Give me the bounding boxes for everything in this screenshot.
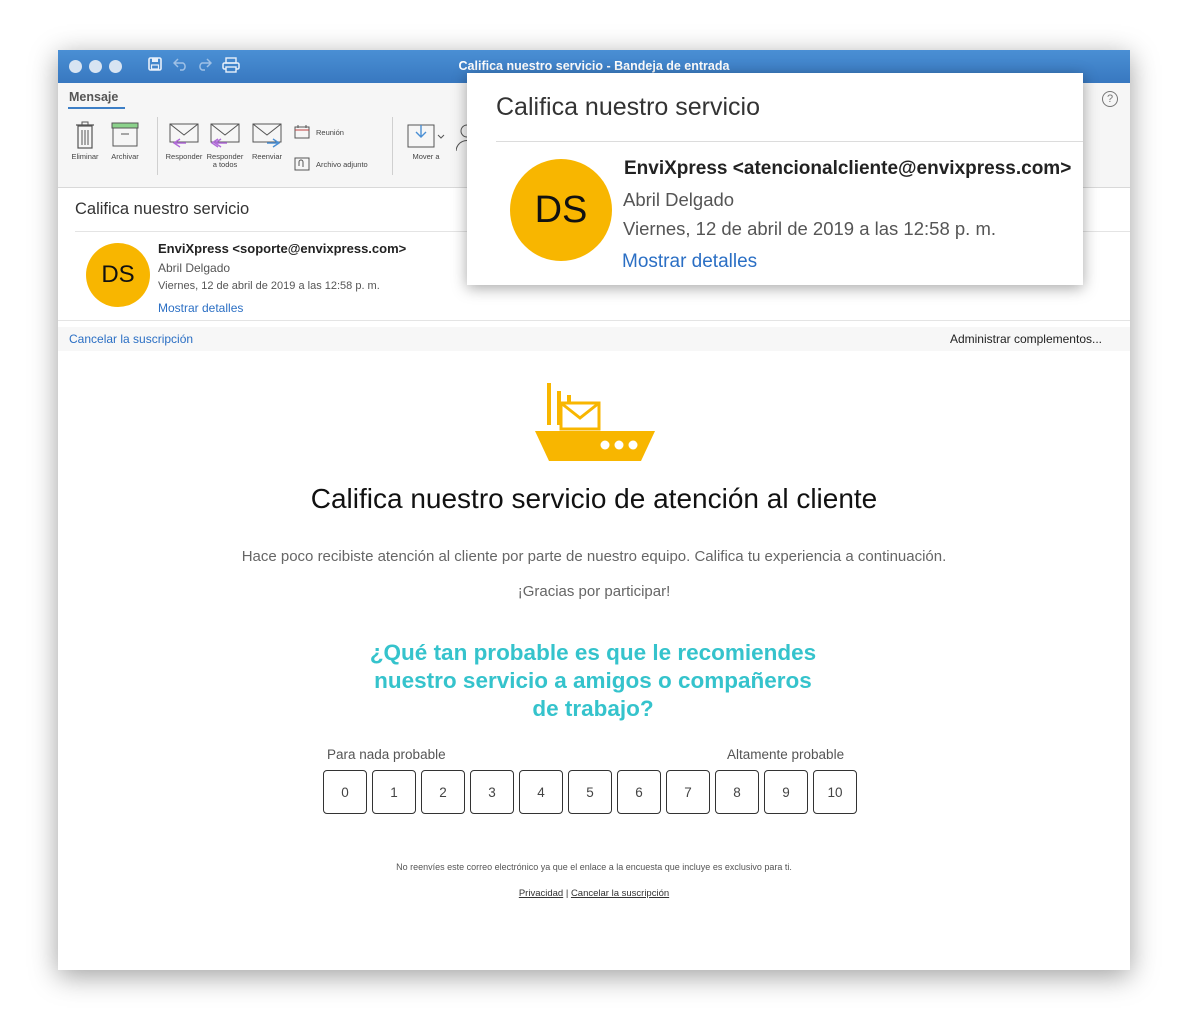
zoom-recipient-name: Abril Delgado [623, 189, 735, 210]
score-button-3[interactable]: 3 [470, 770, 514, 814]
avatar: DS [86, 243, 150, 307]
zoom-subject: Califica nuestro servicio [496, 93, 760, 121]
reply-all-label-2: a todos [212, 160, 238, 169]
calendar-icon [294, 125, 310, 139]
help-icon[interactable]: ? [1102, 91, 1118, 107]
sender-address: EnviXpress <soporte@envixpress.com> [158, 241, 407, 256]
ribbon-separator [392, 117, 393, 175]
trash-icon [76, 121, 94, 149]
recipient-name: Abril Delgado [158, 261, 231, 275]
reply-button[interactable]: Responder [164, 121, 204, 161]
ribbon-separator [157, 117, 158, 175]
forward-label: Reenviar [251, 152, 282, 161]
footer-links: Privacidad | Cancelar la suscripción [58, 888, 1130, 899]
show-details-link[interactable]: Mostrar detalles [158, 301, 243, 315]
sent-date: Viernes, 12 de abril de 2019 a las 12:58… [158, 280, 380, 292]
meeting-label: Reunión [316, 127, 344, 137]
scale-high-label: Altamente probable [727, 747, 845, 762]
score-button-2[interactable]: 2 [421, 770, 465, 814]
info-bar: Cancelar la suscripción Administrar comp… [58, 327, 1130, 351]
zoom-show-details-link[interactable]: Mostrar detalles [622, 251, 757, 273]
reply-all-button[interactable]: Responder a todos [205, 121, 245, 169]
zoom-sender-address: EnviXpress <atencionalcliente@envixpress… [624, 158, 1072, 179]
move-to-button[interactable]: Mover a [404, 121, 448, 161]
tab-mensaje[interactable]: Mensaje [69, 90, 118, 104]
attachment-button[interactable]: Archivo adjunto [294, 157, 368, 171]
archive-icon [111, 122, 139, 147]
score-button-8[interactable]: 8 [715, 770, 759, 814]
footer-unsubscribe-link[interactable]: Cancelar la suscripción [571, 888, 669, 899]
score-button-1[interactable]: 1 [372, 770, 416, 814]
divider [58, 320, 1130, 321]
divider [496, 141, 1083, 142]
footer-note: No reenvíes este correo electrónico ya q… [396, 862, 792, 872]
email-title: Califica nuestro servicio de atención al… [310, 483, 878, 514]
question-line: ¿Qué tan probable es que le recomiendes [369, 640, 817, 665]
email-thanks: ¡Gracias por participar! [517, 583, 671, 600]
archive-button[interactable]: Archivar [107, 121, 143, 161]
link-separator: | [565, 888, 569, 899]
reply-icon [169, 123, 199, 148]
move-to-label: Mover a [412, 152, 440, 161]
move-folder-icon [407, 124, 445, 148]
meeting-button[interactable]: Reunión [294, 125, 344, 139]
question-line: nuestro servicio a amigos o compañeros [374, 668, 812, 693]
attachment-label: Archivo adjunto [316, 159, 368, 169]
attachment-icon [294, 157, 310, 171]
nps-score-scale: 0 1 2 3 4 5 6 7 8 9 10 [323, 770, 857, 814]
reply-label: Responder [165, 152, 203, 161]
window-title: Califica nuestro servicio - Bandeja de e… [458, 59, 730, 73]
email-paragraph: Hace poco recibiste atención al cliente … [241, 548, 947, 565]
manage-addins-button[interactable]: Administrar complementos... [950, 332, 1102, 346]
unsubscribe-link[interactable]: Cancelar la suscripción [69, 332, 193, 346]
forward-button[interactable]: Reenviar [248, 121, 286, 161]
privacy-link[interactable]: Privacidad [519, 888, 563, 899]
question-line: de trabajo? [532, 696, 654, 721]
message-subject: Califica nuestro servicio [75, 200, 250, 218]
ship-logo-icon [535, 383, 655, 461]
zoomed-header-callout: Califica nuestro servicio DS EnviXpress … [467, 73, 1083, 285]
forward-icon [252, 123, 282, 148]
score-button-7[interactable]: 7 [666, 770, 710, 814]
zoom-sent-date: Viernes, 12 de abril de 2019 a las 12:58… [623, 218, 996, 239]
reply-all-icon [210, 123, 240, 148]
score-button-6[interactable]: 6 [617, 770, 661, 814]
delete-label: Eliminar [71, 152, 99, 161]
scale-low-label: Para nada probable [327, 747, 446, 762]
nps-question: ¿Qué tan probable es que le recomiendes … [338, 639, 848, 723]
score-button-0[interactable]: 0 [323, 770, 367, 814]
score-button-10[interactable]: 10 [813, 770, 857, 814]
delete-button[interactable]: Eliminar [67, 121, 103, 161]
score-button-5[interactable]: 5 [568, 770, 612, 814]
tab-underline [68, 107, 125, 109]
score-button-9[interactable]: 9 [764, 770, 808, 814]
archive-label: Archivar [111, 152, 139, 161]
zoom-avatar: DS [510, 159, 612, 261]
score-button-4[interactable]: 4 [519, 770, 563, 814]
